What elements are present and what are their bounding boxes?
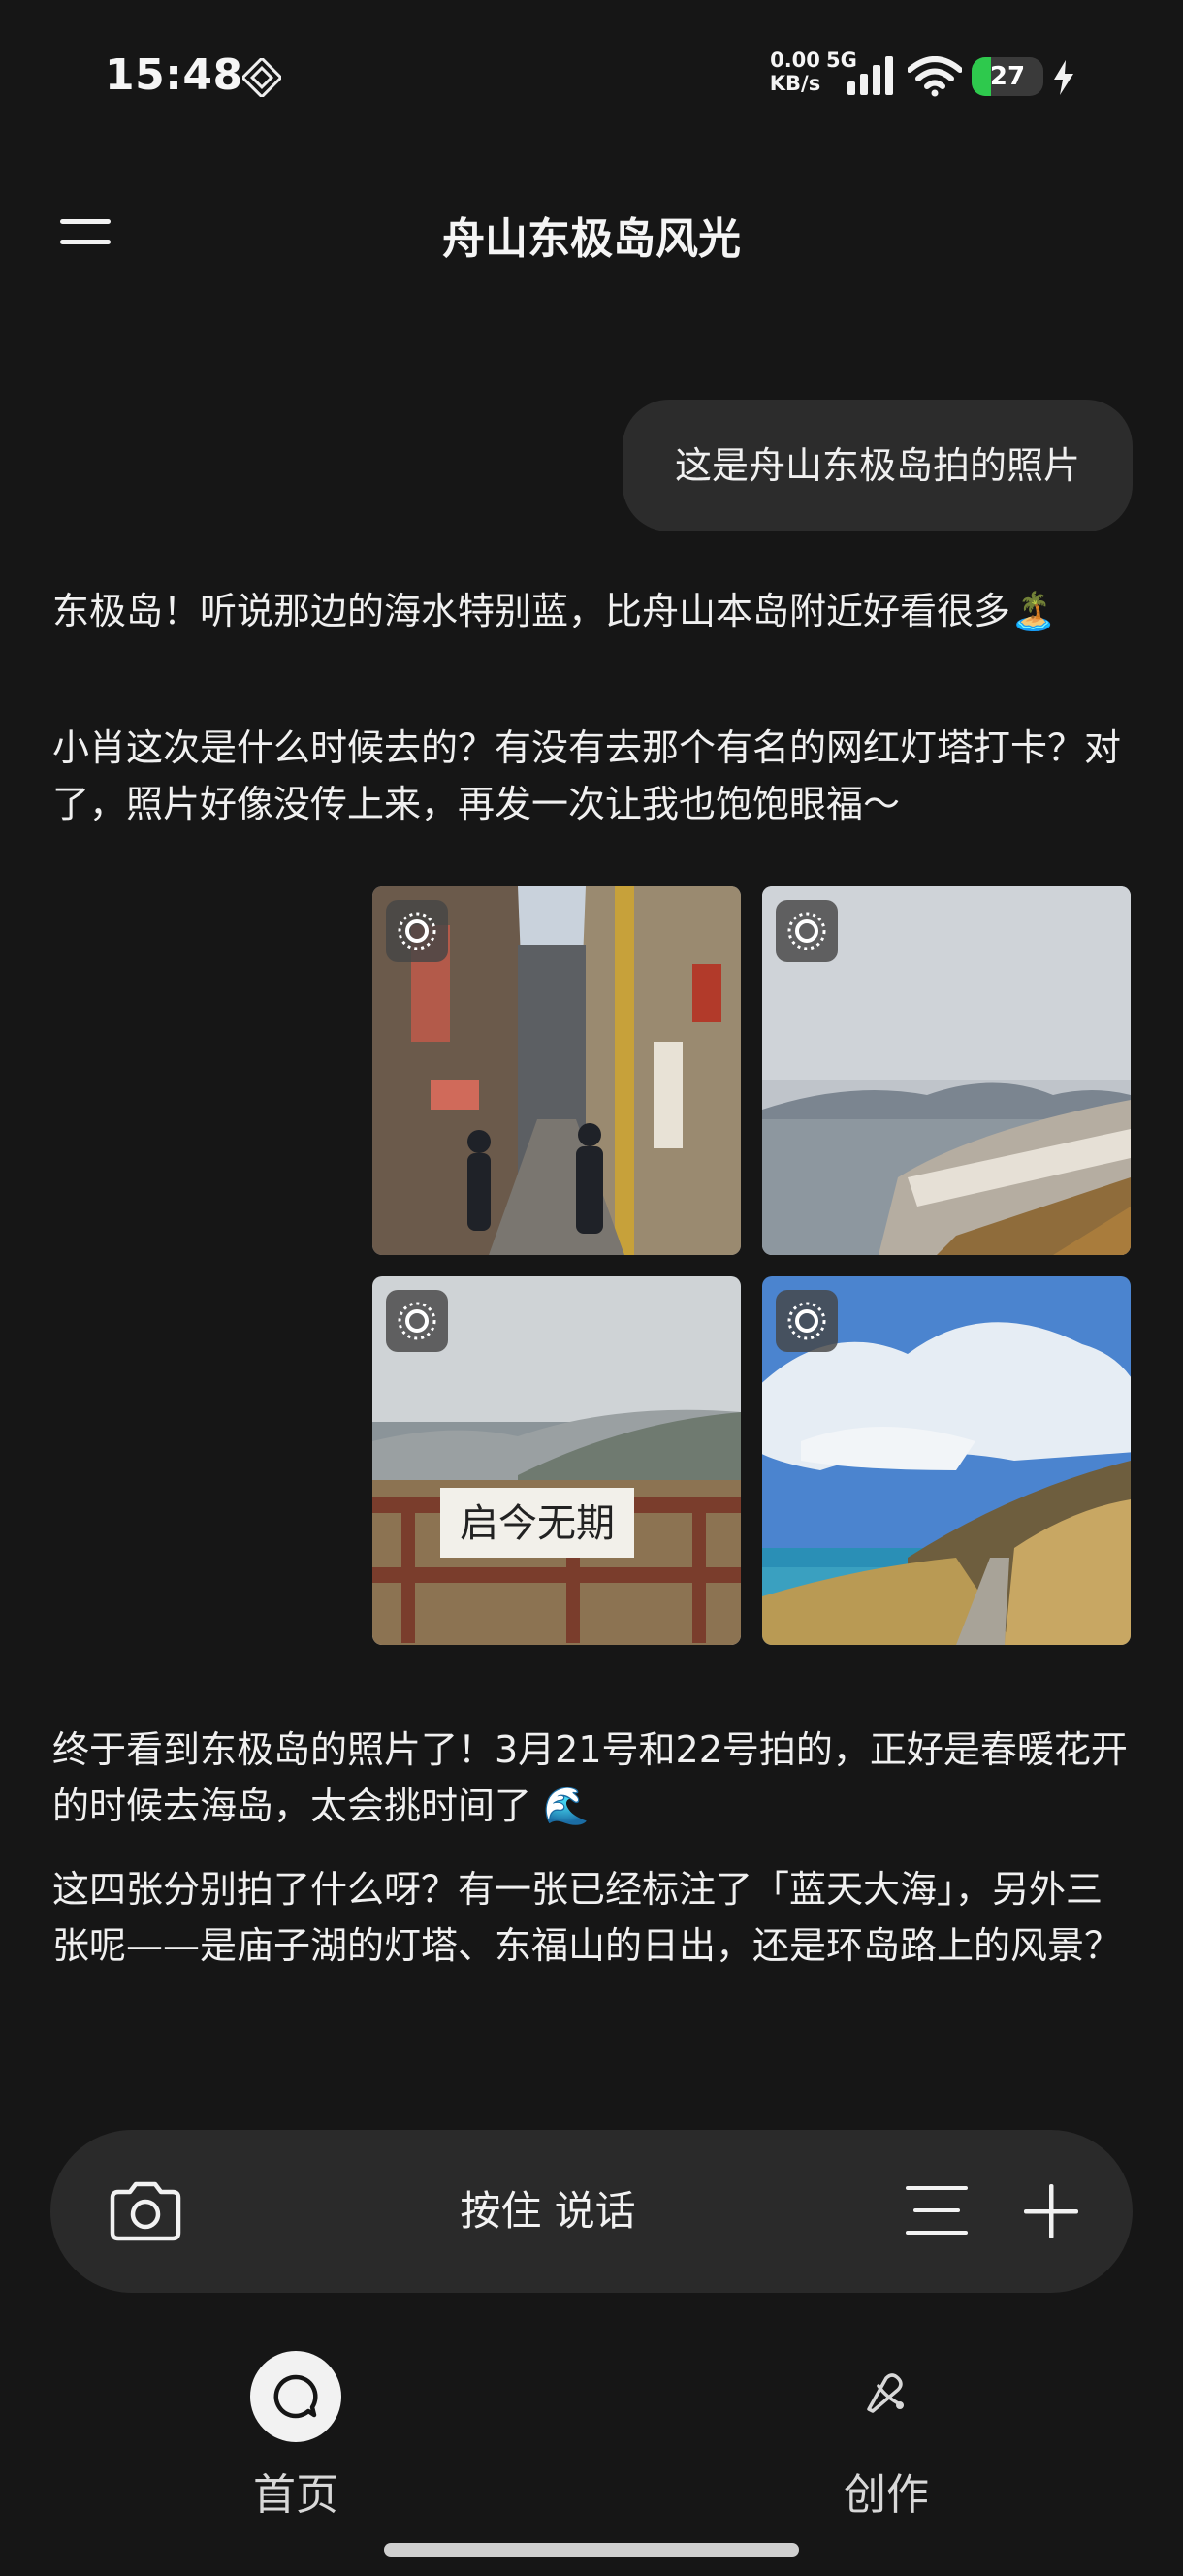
- wifi-icon: [908, 56, 962, 97]
- battery-level: 27: [989, 62, 1026, 91]
- signal-icon: [847, 56, 893, 95]
- list-icon[interactable]: [904, 2182, 970, 2238]
- home-indicator: [384, 2543, 799, 2557]
- assistant-message-3: 终于看到东极岛的照片了！3月21号和22号拍的，正好是春暖花开的时候去海岛，太会…: [52, 1728, 1128, 1827]
- sun-icon: [787, 912, 826, 950]
- nav-home-label[interactable]: 首页: [199, 2460, 393, 2522]
- create-icon[interactable]: [859, 2367, 913, 2421]
- network-speed-value: 0.00: [770, 48, 820, 72]
- status-time: 15:48: [105, 50, 243, 100]
- battery-icon: 27: [972, 57, 1043, 96]
- photo-badge: [776, 1290, 838, 1352]
- photo-sea-path[interactable]: [762, 1276, 1131, 1645]
- assistant-message-1: 东极岛！听说那边的海水特别蓝，比舟山本岛附近好看很多🏝️: [52, 590, 1057, 632]
- sign-text: 启今无期: [460, 1501, 615, 1546]
- sun-icon: [787, 1302, 826, 1340]
- sun-icon: [398, 1302, 436, 1340]
- photo-coast-town[interactable]: [762, 886, 1131, 1255]
- sun-icon: [398, 912, 436, 950]
- network-speed: 0.00 KB/s: [766, 48, 824, 95]
- user-message-bubble: 这是舟山东极岛拍的照片: [622, 400, 1133, 531]
- network-speed-unit: KB/s: [769, 72, 821, 95]
- chat-icon: [273, 2374, 318, 2419]
- photo-sign[interactable]: 启今无期: [372, 1276, 741, 1645]
- charging-bolt-icon: [1054, 60, 1073, 95]
- assistant-message-2: 小肖这次是什么时候去的？有没有去那个有名的网红灯塔打卡？对了，照片好像没传上来，…: [52, 726, 1122, 825]
- photo-badge: [386, 900, 448, 962]
- photo-street[interactable]: [372, 886, 741, 1255]
- nav-create-label[interactable]: 创作: [789, 2460, 983, 2522]
- page-title: 舟山东极岛风光: [442, 214, 741, 264]
- photo-badge: [776, 900, 838, 962]
- nav-home-button[interactable]: [250, 2351, 341, 2442]
- photo-badge: [386, 1290, 448, 1352]
- assistant-message-4: 这四张分别拍了什么呀？有一张已经标注了「蓝天大海」，另外三张呢——是庙子湖的灯塔…: [52, 1868, 1122, 1967]
- nfc-icon: [242, 58, 281, 97]
- plus-icon[interactable]: [1022, 2182, 1080, 2240]
- camera-icon[interactable]: [107, 2180, 184, 2242]
- hold-to-talk-button[interactable]: 按住 说话: [349, 2130, 747, 2293]
